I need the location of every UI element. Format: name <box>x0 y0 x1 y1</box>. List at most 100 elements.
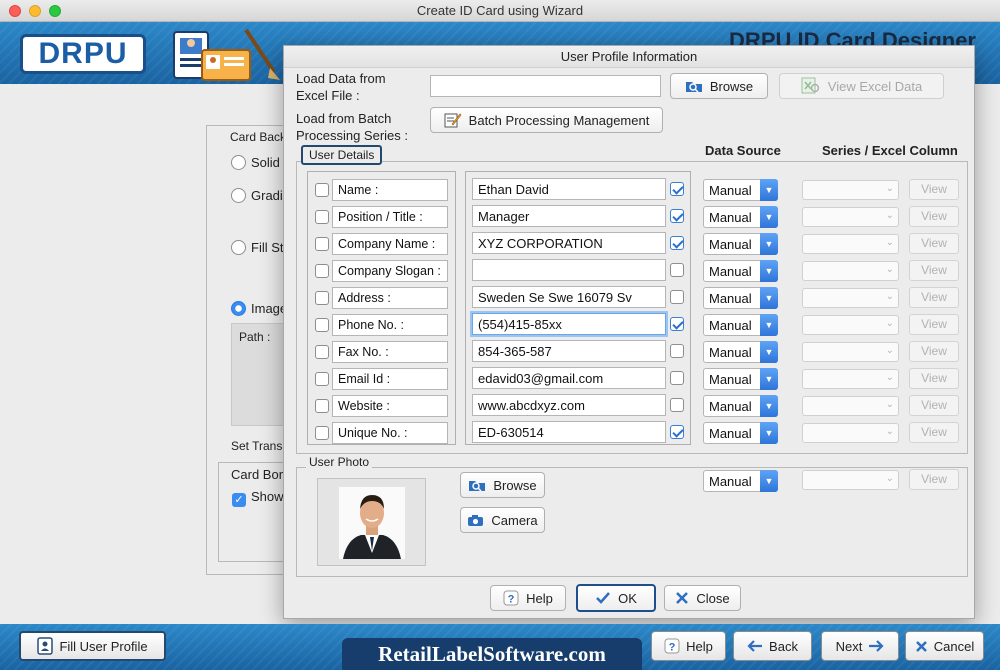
website-input[interactable]: www.abcdxyz.com <box>472 394 666 416</box>
back-button[interactable]: Back <box>733 631 812 661</box>
website-source-select[interactable]: Manual ▼ <box>703 395 778 417</box>
folder-search-icon <box>469 481 486 492</box>
fax-no-input[interactable]: 854-365-587 <box>472 340 666 362</box>
website-series-select[interactable]: ⌄ <box>802 396 899 416</box>
chevron-down-icon: ⌄ <box>885 318 894 329</box>
dialog-close-button[interactable]: Close <box>664 585 741 611</box>
radio-gradient[interactable]: Gradi <box>231 188 283 203</box>
email-id-show-checkbox[interactable] <box>670 371 684 385</box>
profile-card-icon <box>37 637 54 655</box>
cancel-button[interactable]: Cancel <box>905 631 984 661</box>
address-input[interactable]: Sweden Se Swe 16079 Sv <box>472 286 666 308</box>
position-title-series-select[interactable]: ⌄ <box>802 207 899 227</box>
radio-image[interactable]: Image <box>231 301 287 316</box>
website-view-button[interactable]: View <box>909 395 959 416</box>
company-slogan-series-select[interactable]: ⌄ <box>802 261 899 281</box>
phone-no-input[interactable]: (554)415-85xx <box>472 313 666 335</box>
chevron-down-icon: ⌄ <box>885 183 894 194</box>
website-include-checkbox[interactable] <box>315 399 329 413</box>
unique-no-include-checkbox[interactable] <box>315 426 329 440</box>
bottom-bar: Fill User Profile RetailLabelSoftware.co… <box>0 624 1000 670</box>
photo-view-button[interactable]: View <box>909 469 959 490</box>
company-name-source-select[interactable]: Manual ▼ <box>703 233 778 255</box>
photo-series-select[interactable]: ⌄ <box>802 470 899 490</box>
brand-label: RetailLabelSoftware.com <box>342 638 642 670</box>
company-slogan-input[interactable] <box>472 259 666 281</box>
name-show-checkbox[interactable] <box>670 182 684 196</box>
chevron-down-icon: ⌄ <box>885 372 894 383</box>
radio-fill-style[interactable]: Fill St <box>231 240 284 255</box>
address-series-select[interactable]: ⌄ <box>802 288 899 308</box>
fax-no-series-select[interactable]: ⌄ <box>802 342 899 362</box>
company-slogan-include-checkbox[interactable] <box>315 264 329 278</box>
address-source-select[interactable]: Manual ▼ <box>703 287 778 309</box>
photo-frame <box>317 478 426 566</box>
company-slogan-view-button[interactable]: View <box>909 260 959 281</box>
dialog-title: User Profile Information <box>284 46 974 68</box>
unique-no-show-checkbox[interactable] <box>670 425 684 439</box>
photo-source-select[interactable]: Manual ▼ <box>703 470 778 492</box>
position-title-source-select[interactable]: Manual ▼ <box>703 206 778 228</box>
fax-no-include-checkbox[interactable] <box>315 345 329 359</box>
company-name-view-button[interactable]: View <box>909 233 959 254</box>
position-title-show-checkbox[interactable] <box>670 209 684 223</box>
company-slogan-show-checkbox[interactable] <box>670 263 684 277</box>
radio-solid[interactable]: Solid <box>231 155 280 170</box>
company-name-show-checkbox[interactable] <box>670 236 684 250</box>
company-name-series-select[interactable]: ⌄ <box>802 234 899 254</box>
radio-icon <box>231 155 246 170</box>
phone-no-include-checkbox[interactable] <box>315 318 329 332</box>
fill-user-profile-button[interactable]: Fill User Profile <box>19 631 166 661</box>
radio-icon <box>231 240 246 255</box>
zoom-window-icon[interactable] <box>49 5 61 17</box>
unique-no-series-select[interactable]: ⌄ <box>802 423 899 443</box>
help-button[interactable]: ? Help <box>651 631 726 661</box>
next-button[interactable]: Next <box>821 631 899 661</box>
user-details-legend: User Details <box>301 145 383 165</box>
company-name-input[interactable]: XYZ CORPORATION <box>472 232 666 254</box>
photo-browse-button[interactable]: Browse <box>460 472 545 498</box>
phone-no-show-checkbox[interactable] <box>670 317 684 331</box>
phone-no-source-select[interactable]: Manual ▼ <box>703 314 778 336</box>
name-source-select[interactable]: Manual ▼ <box>703 179 778 201</box>
excel-browse-button[interactable]: Browse <box>670 73 768 99</box>
minimize-window-icon[interactable] <box>29 5 41 17</box>
close-window-icon[interactable] <box>9 5 21 17</box>
address-label: Address : <box>332 287 448 309</box>
address-view-button[interactable]: View <box>909 287 959 308</box>
fax-no-view-button[interactable]: View <box>909 341 959 362</box>
address-include-checkbox[interactable] <box>315 291 329 305</box>
position-title-input[interactable]: Manager <box>472 205 666 227</box>
email-id-view-button[interactable]: View <box>909 368 959 389</box>
phone-no-series-select[interactable]: ⌄ <box>802 315 899 335</box>
unique-no-source-select[interactable]: Manual ▼ <box>703 422 778 444</box>
unique-no-input[interactable]: ED-630514 <box>472 421 666 443</box>
company-name-include-checkbox[interactable] <box>315 237 329 251</box>
email-id-input[interactable]: edavid03@gmail.com <box>472 367 666 389</box>
fax-no-show-checkbox[interactable] <box>670 344 684 358</box>
unique-no-view-button[interactable]: View <box>909 422 959 443</box>
view-excel-data-button[interactable]: View Excel Data <box>779 73 944 99</box>
fax-no-label: Fax No. : <box>332 341 448 363</box>
email-id-series-select[interactable]: ⌄ <box>802 369 899 389</box>
dialog-help-button[interactable]: ? Help <box>490 585 566 611</box>
fax-no-source-select[interactable]: Manual ▼ <box>703 341 778 363</box>
company-slogan-source-select[interactable]: Manual ▼ <box>703 260 778 282</box>
name-input[interactable]: Ethan David <box>472 178 666 200</box>
ok-button[interactable]: OK <box>576 584 656 612</box>
path-label: Path : <box>239 330 271 344</box>
address-show-checkbox[interactable] <box>670 290 684 304</box>
email-id-include-checkbox[interactable] <box>315 372 329 386</box>
batch-processing-button[interactable]: Batch Processing Management <box>430 107 663 133</box>
email-id-source-select[interactable]: Manual ▼ <box>703 368 778 390</box>
position-title-view-button[interactable]: View <box>909 206 959 227</box>
website-show-checkbox[interactable] <box>670 398 684 412</box>
name-series-select[interactable]: ⌄ <box>802 180 899 200</box>
name-view-button[interactable]: View <box>909 179 959 200</box>
phone-no-view-button[interactable]: View <box>909 314 959 335</box>
name-include-checkbox[interactable] <box>315 183 329 197</box>
show-border-checkbox[interactable]: ✓ Show <box>232 489 284 507</box>
position-title-include-checkbox[interactable] <box>315 210 329 224</box>
excel-file-input[interactable] <box>430 75 661 97</box>
camera-button[interactable]: Camera <box>460 507 545 533</box>
